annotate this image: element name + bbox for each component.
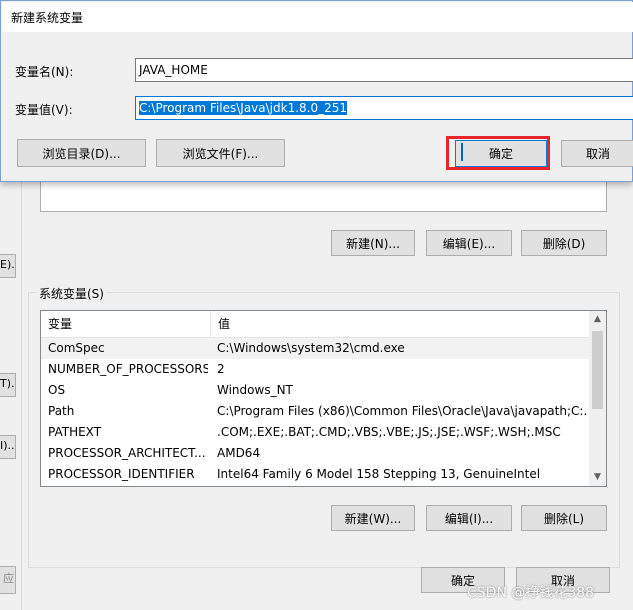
ok-button-highlight [446, 136, 550, 170]
scroll-thumb[interactable] [592, 331, 603, 409]
table-row[interactable]: OS Windows_NT [41, 380, 590, 401]
row-variable: PROCESSOR_ARCHITECT... [48, 446, 206, 460]
cancel-button[interactable]: 取消 [561, 140, 633, 167]
row-variable: Path [48, 404, 75, 418]
variable-value-selected-text: C:\Program Files\Java\jdk1.8.0_251 [139, 101, 348, 115]
table-row[interactable]: Path C:\Program Files (x86)\Common Files… [41, 401, 590, 422]
left-stub-button-2[interactable]: T)... [0, 373, 16, 397]
row-variable: NUMBER_OF_PROCESSORS [48, 362, 208, 376]
system-vars-table[interactable]: 变量 值 ComSpec C:\Windows\system32\cmd.exe… [40, 310, 607, 487]
row-value: 2 [217, 362, 225, 376]
system-var-edit-button[interactable]: 编辑(I)... [426, 505, 512, 531]
left-stub-button-1[interactable]: E)... [0, 254, 16, 278]
system-vars-label: 系统变量(S) [36, 285, 107, 302]
row-value: C:\Program Files (x86)\Common Files\Orac… [217, 404, 587, 418]
browse-file-button[interactable]: 浏览文件(F)... [156, 139, 285, 167]
column-header-value[interactable]: 值 [211, 311, 590, 337]
table-header: 变量 值 [41, 311, 590, 338]
variable-name-label: 变量名(N): [15, 65, 74, 79]
row-value: .COM;.EXE;.BAT;.CMD;.VBS;.VBE;.JS;.JSE;.… [217, 425, 561, 439]
row-value: Intel64 Family 6 Model 158 Stepping 13, … [217, 467, 541, 481]
user-vars-list[interactable] [40, 180, 607, 212]
table-row[interactable]: PATHEXT .COM;.EXE;.BAT;.CMD;.VBS;.VBE;.J… [41, 422, 590, 443]
row-value: C:\Windows\system32\cmd.exe [217, 341, 405, 355]
row-variable: OS [48, 383, 66, 397]
scroll-down-icon[interactable]: ▼ [589, 469, 606, 486]
user-var-edit-button[interactable]: 编辑(E)... [426, 230, 512, 256]
row-value: AMD64 [217, 446, 261, 460]
variable-value-input[interactable]: C:\Program Files\Java\jdk1.8.0_251 [135, 96, 633, 120]
left-stub-button-3[interactable]: I)... [0, 435, 16, 459]
dialog-title: 新建系统变量 [11, 11, 84, 25]
scroll-up-icon[interactable]: ▲ [589, 311, 606, 328]
user-var-new-button[interactable]: 新建(N)... [331, 230, 415, 256]
table-row[interactable]: ComSpec C:\Windows\system32\cmd.exe [41, 338, 590, 359]
system-var-new-button[interactable]: 新建(W)... [331, 505, 415, 531]
variable-value-label: 变量值(V): [15, 103, 73, 117]
column-header-variable[interactable]: 变量 [41, 311, 211, 337]
table-scrollbar[interactable]: ▲ ▼ [589, 311, 606, 486]
left-stub-button-4[interactable]: 应 [0, 566, 16, 594]
left-window-edge: E)... T)... I)... 应 [0, 180, 22, 610]
system-var-delete-button[interactable]: 删除(L) [521, 505, 607, 531]
user-var-delete-button[interactable]: 删除(D) [521, 230, 607, 256]
dialog-titlebar[interactable] [2, 2, 633, 32]
row-variable: PROCESSOR_IDENTIFIER [48, 467, 195, 481]
table-row[interactable]: NUMBER_OF_PROCESSORS 2 [41, 359, 590, 380]
variable-name-input[interactable]: JAVA_HOME [135, 58, 633, 82]
watermark: CSDN @挣钱花388 [467, 585, 595, 601]
row-variable: ComSpec [48, 341, 105, 355]
browse-directory-button[interactable]: 浏览目录(D)... [17, 139, 146, 167]
row-value: Windows_NT [217, 383, 293, 397]
table-row[interactable]: PROCESSOR_IDENTIFIER Intel64 Family 6 Mo… [41, 464, 590, 485]
table-row[interactable]: PROCESSOR_ARCHITECT... AMD64 [41, 443, 590, 464]
row-variable: PATHEXT [48, 425, 102, 439]
